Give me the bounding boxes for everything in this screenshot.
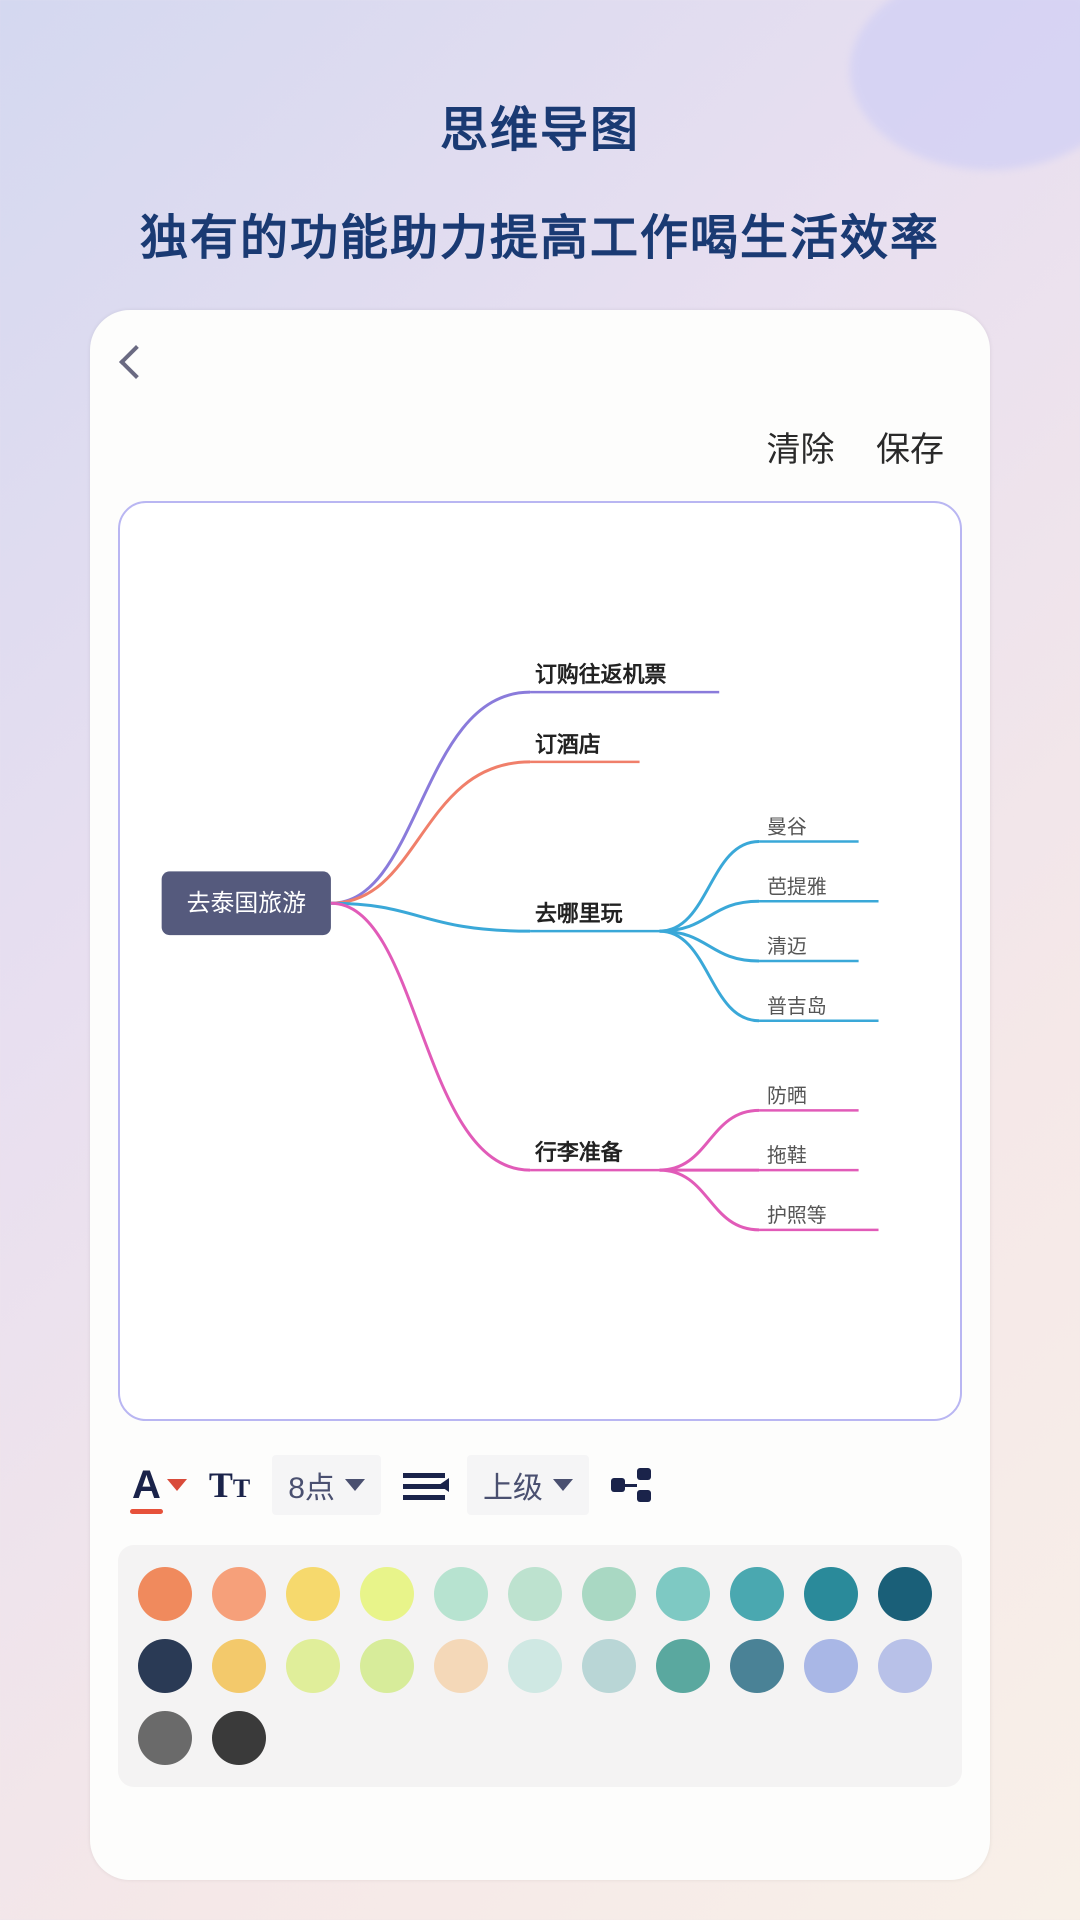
text-size-button[interactable]: TT — [209, 1464, 250, 1506]
child-line — [659, 1110, 759, 1170]
root-label: 去泰国旅游 — [187, 890, 306, 917]
child-line — [659, 1170, 759, 1230]
child-label[interactable]: 曼谷 — [767, 816, 807, 839]
color-swatch[interactable] — [656, 1639, 710, 1693]
color-swatch[interactable] — [212, 1567, 266, 1621]
color-palette — [118, 1545, 962, 1787]
chevron-down-icon — [167, 1479, 187, 1491]
child-label[interactable]: 清迈 — [767, 935, 807, 958]
branch-line — [331, 903, 530, 1170]
chevron-down-icon — [553, 1479, 573, 1491]
color-swatch[interactable] — [434, 1567, 488, 1621]
back-icon[interactable] — [119, 345, 153, 379]
branch-line — [331, 903, 530, 931]
color-swatch[interactable] — [286, 1639, 340, 1693]
app-screen: 清除 保存 去泰国旅游 订购往返机票 订酒店 去哪里玩 曼谷 芭 — [90, 310, 990, 1880]
child-label[interactable]: 护照等 — [767, 1204, 827, 1227]
save-button[interactable]: 保存 — [876, 431, 944, 469]
font-size-select[interactable]: 8点 — [272, 1455, 381, 1515]
color-swatch[interactable] — [138, 1639, 192, 1693]
color-swatch[interactable] — [212, 1711, 266, 1765]
color-swatch[interactable] — [730, 1567, 784, 1621]
level-select[interactable]: 上级 — [467, 1455, 589, 1515]
color-swatch[interactable] — [138, 1567, 192, 1621]
color-swatch[interactable] — [434, 1639, 488, 1693]
color-swatch[interactable] — [582, 1567, 636, 1621]
format-toolbar: A TT 8点 上级 — [118, 1421, 962, 1515]
color-swatch[interactable] — [878, 1639, 932, 1693]
add-node-button[interactable] — [611, 1468, 651, 1502]
nodes-icon — [611, 1468, 651, 1502]
align-icon — [403, 1469, 445, 1501]
level-value: 上级 — [483, 1463, 543, 1507]
color-swatch[interactable] — [360, 1567, 414, 1621]
color-swatch[interactable] — [730, 1639, 784, 1693]
color-swatch[interactable] — [656, 1567, 710, 1621]
clear-button[interactable]: 清除 — [767, 431, 835, 469]
headline-line2: 独有的功能助力提高工作喝生活效率 — [0, 198, 1080, 268]
branch-label[interactable]: 去哪里玩 — [535, 901, 623, 926]
child-label[interactable]: 普吉岛 — [767, 995, 827, 1018]
color-swatch[interactable] — [804, 1639, 858, 1693]
text-color-button[interactable]: A — [132, 1463, 187, 1508]
chevron-down-icon — [345, 1479, 365, 1491]
text-color-icon: A — [132, 1463, 161, 1508]
color-swatch[interactable] — [212, 1639, 266, 1693]
color-swatch[interactable] — [360, 1639, 414, 1693]
color-swatch[interactable] — [582, 1639, 636, 1693]
child-label[interactable]: 防晒 — [767, 1084, 807, 1107]
color-swatch[interactable] — [286, 1567, 340, 1621]
color-swatch[interactable] — [878, 1567, 932, 1621]
nav-bar — [118, 350, 962, 398]
text-size-icon: TT — [209, 1464, 250, 1506]
child-label[interactable]: 芭提雅 — [767, 875, 827, 898]
branch-label[interactable]: 行李准备 — [534, 1140, 624, 1165]
color-swatch[interactable] — [138, 1711, 192, 1765]
mindmap-svg: 去泰国旅游 订购往返机票 订酒店 去哪里玩 曼谷 芭提雅 清迈 — [120, 503, 960, 1419]
branch-label[interactable]: 订购往返机票 — [535, 662, 666, 687]
color-swatch[interactable] — [508, 1639, 562, 1693]
mindmap-canvas[interactable]: 去泰国旅游 订购往返机票 订酒店 去哪里玩 曼谷 芭提雅 清迈 — [118, 501, 962, 1421]
action-row: 清除 保存 — [118, 398, 962, 501]
color-swatch[interactable] — [508, 1567, 562, 1621]
align-button[interactable] — [403, 1469, 445, 1501]
font-size-value: 8点 — [288, 1463, 335, 1507]
color-swatch[interactable] — [804, 1567, 858, 1621]
branch-label[interactable]: 订酒店 — [535, 732, 601, 757]
branch-line — [331, 692, 530, 903]
child-label[interactable]: 拖鞋 — [767, 1144, 807, 1167]
